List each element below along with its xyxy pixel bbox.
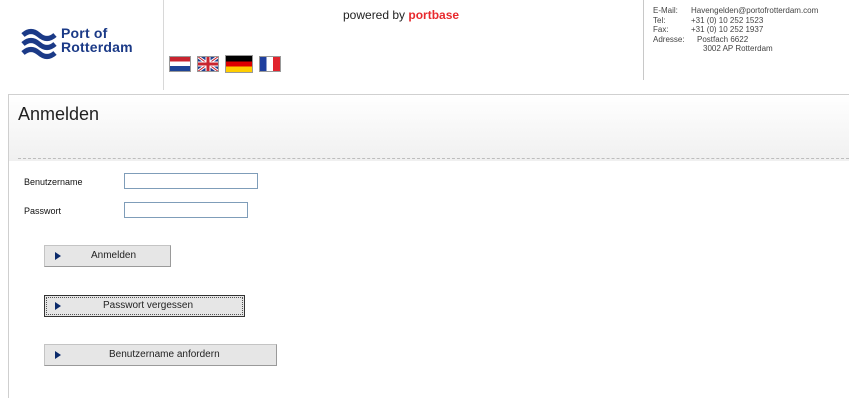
contact-info: E-Mail: Havengelden@portofrotterdam.com … — [653, 6, 818, 54]
request-username-button-label: Benutzername anfordern — [109, 349, 220, 360]
fax-label: Fax: — [653, 25, 669, 34]
content-left-border — [8, 94, 9, 398]
tel-value: +31 (0) 10 252 1523 — [691, 15, 764, 25]
uk-flag-icon[interactable] — [197, 56, 219, 72]
nl-flag-icon[interactable] — [169, 56, 191, 72]
logo-line-2: Rotterdam — [61, 39, 133, 55]
play-arrow-icon — [55, 351, 61, 359]
play-arrow-icon — [55, 252, 61, 260]
email-link[interactable]: Havengelden@portofrotterdam.com — [691, 6, 818, 16]
fr-flag-icon[interactable] — [259, 56, 281, 72]
fax-value: +31 (0) 10 252 1937 — [691, 25, 764, 34]
header: Port of Rotterdam powered by portbase E-… — [0, 0, 849, 90]
password-label: Passwort — [24, 206, 62, 216]
page-title: Anmelden — [18, 104, 100, 124]
login-button-label: Anmelden — [91, 250, 137, 261]
header-divider — [163, 0, 164, 90]
request-username-button[interactable]: Benutzername anfordern — [44, 344, 277, 366]
port-of-rotterdam-logo-icon — [21, 29, 57, 59]
logo-text: Port of Rotterdam — [61, 26, 133, 54]
contact-divider — [643, 0, 644, 80]
powered-by-text: powered by — [343, 8, 406, 22]
logo[interactable]: Port of Rotterdam — [0, 0, 163, 90]
play-arrow-icon — [55, 302, 61, 310]
email-label: E-Mail: — [653, 6, 678, 15]
address-label: Adresse: — [653, 34, 685, 44]
language-selector — [169, 55, 281, 73]
forgot-password-button-label: Passwort vergessen — [103, 300, 194, 311]
login-button[interactable]: Anmelden — [44, 245, 171, 267]
de-flag-icon[interactable] — [225, 55, 253, 73]
username-input[interactable] — [124, 173, 258, 189]
tel-label: Tel: — [653, 15, 666, 25]
portbase-brand: portbase — [408, 8, 460, 22]
title-band — [8, 94, 849, 161]
password-input[interactable] — [124, 202, 248, 218]
address-line-2: 3002 AP Rotterdam — [703, 44, 773, 53]
powered-by: powered by portbase — [343, 8, 459, 22]
title-separator — [18, 158, 849, 159]
address-line-1: Postfach 6622 — [697, 34, 749, 44]
logo-line-1: Port of — [61, 25, 108, 41]
forgot-password-button[interactable]: Passwort vergessen — [44, 295, 245, 317]
username-label: Benutzername — [24, 177, 83, 187]
